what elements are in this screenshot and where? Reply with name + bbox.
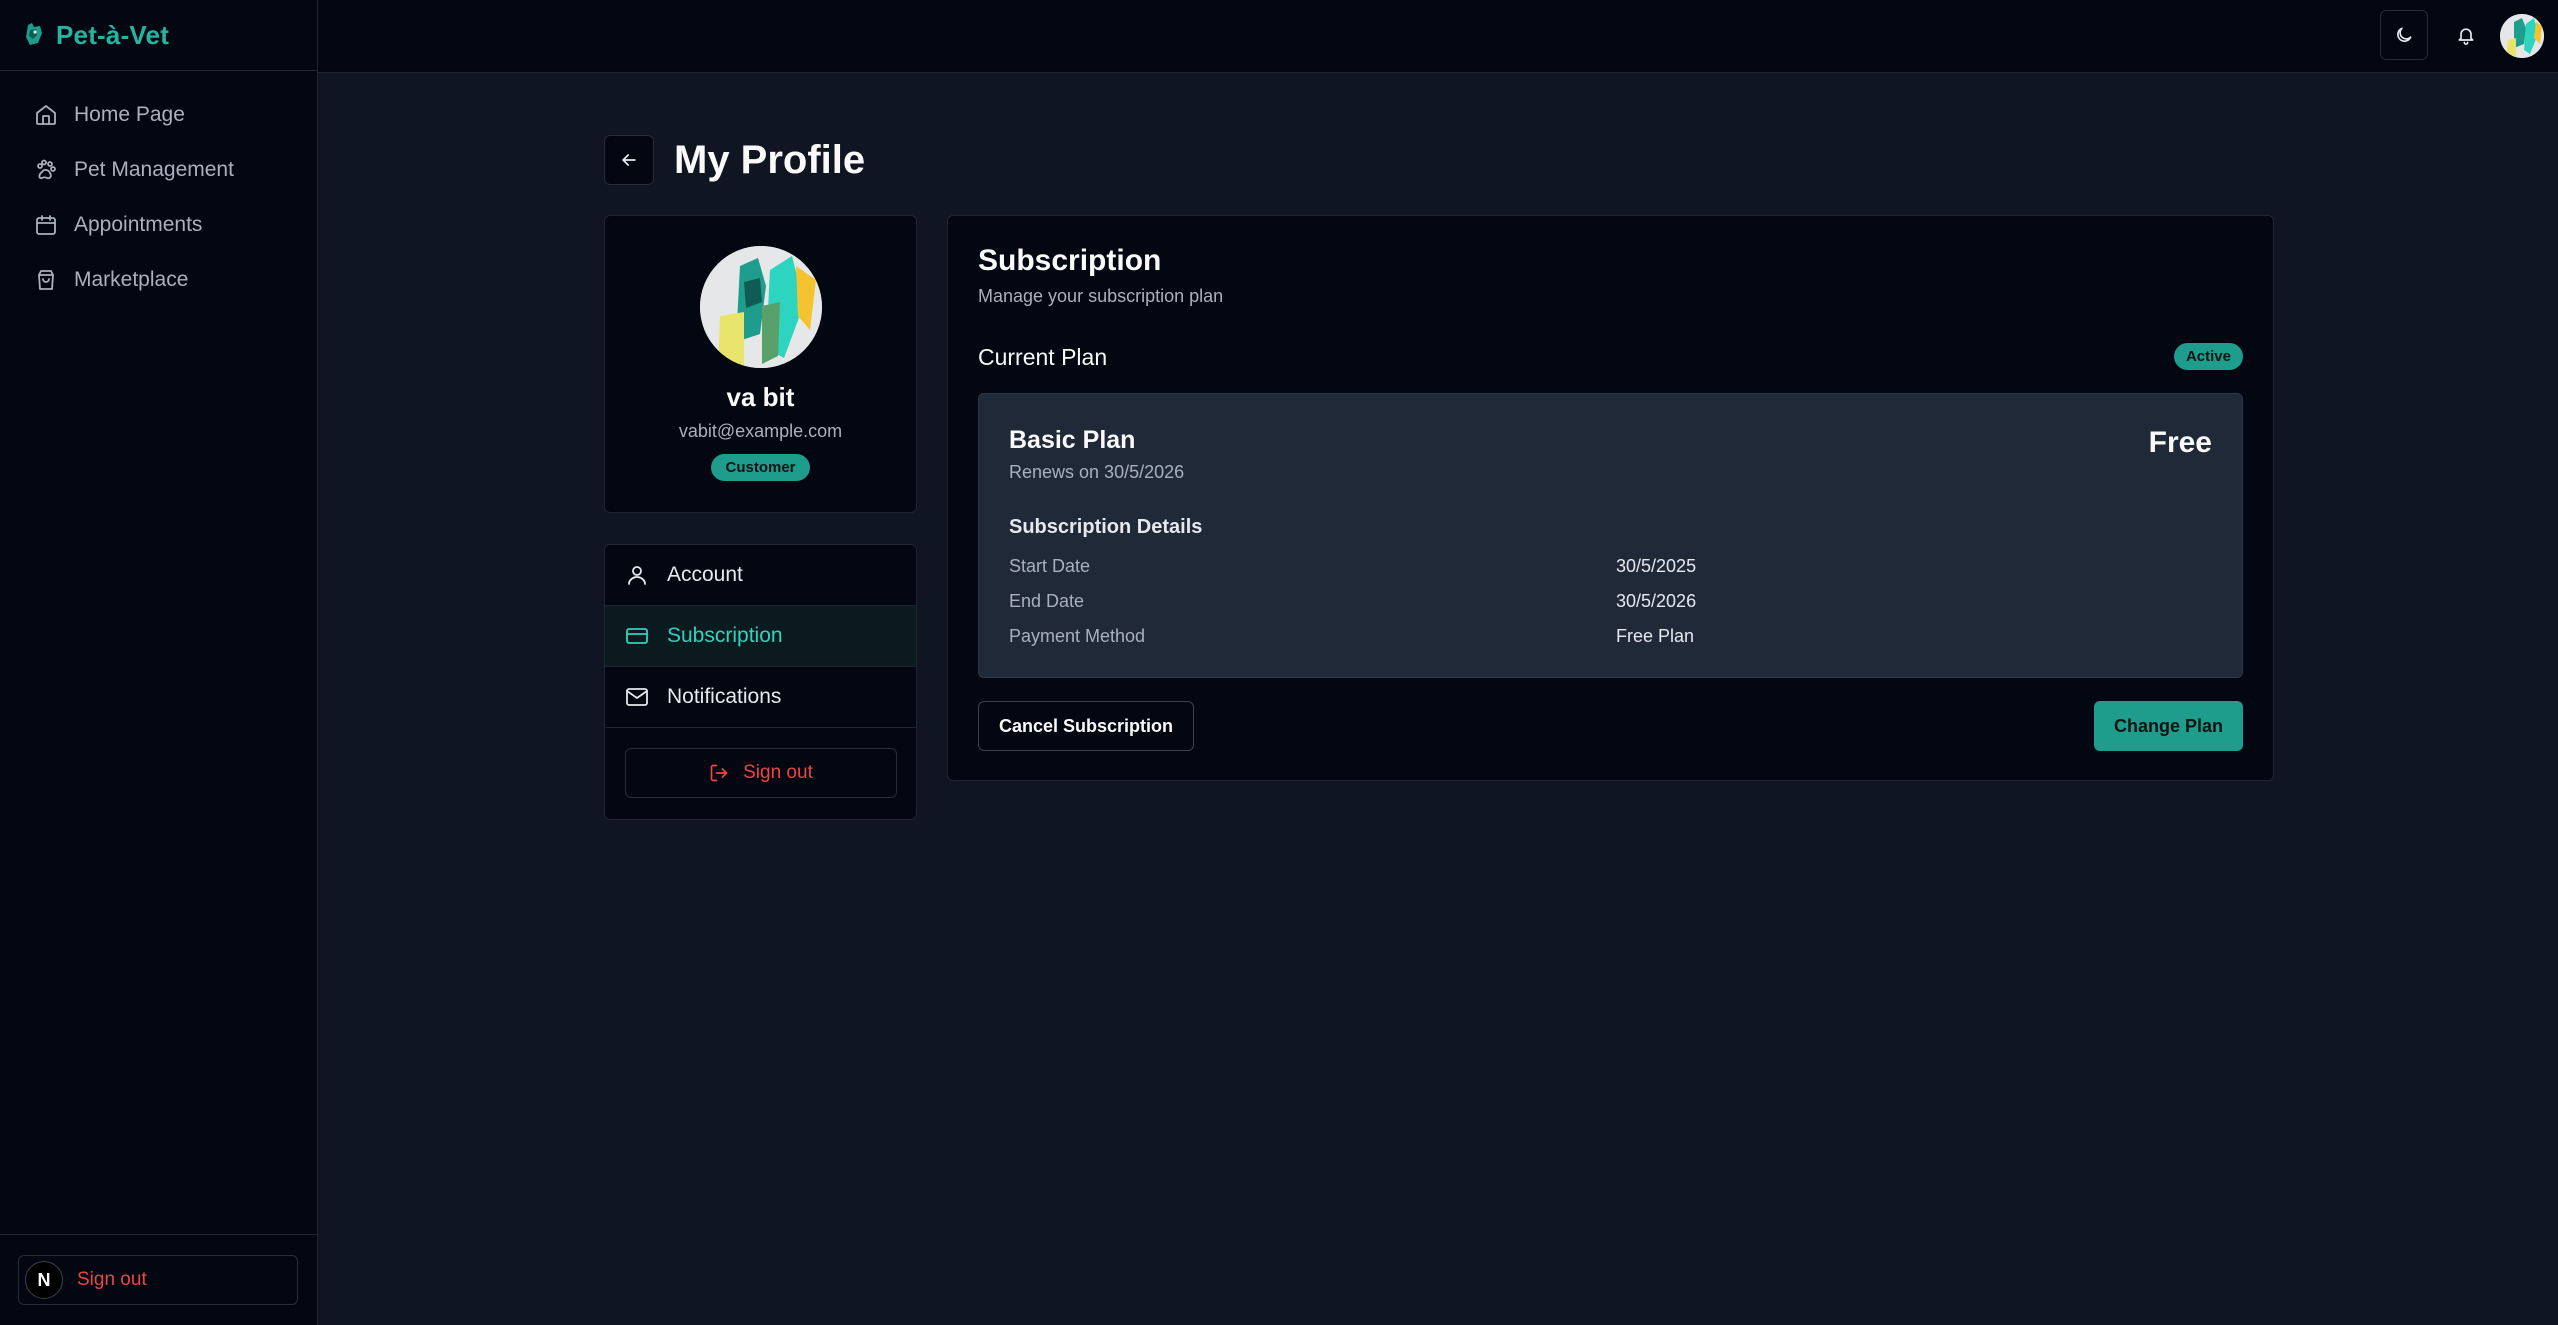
user-icon (628, 566, 646, 585)
plan-name: Basic Plan (1009, 426, 1136, 454)
mail-icon (626, 688, 648, 706)
subscription-title: Subscription (978, 244, 1162, 277)
brand[interactable]: Pet-à-Vet (0, 0, 317, 71)
sidebar-item-label: Pet Management (74, 157, 234, 181)
theme-toggle-button[interactable] (2380, 10, 2428, 60)
plan-price: Free (2148, 426, 2212, 459)
tab-notifications[interactable]: Notifications (605, 667, 916, 728)
sidebar-item-appointments[interactable]: Appointments (0, 197, 317, 252)
detail-label: Payment Method (1009, 626, 1146, 646)
sidebar-nav: Home Page Pet Management Appointments Ma… (0, 71, 317, 307)
role-badge: Customer (711, 454, 810, 481)
sidebar-signout-button[interactable]: N Sign out (18, 1255, 298, 1305)
sidebar-item-home[interactable]: Home Page (0, 87, 317, 142)
avatar: N (25, 1261, 63, 1299)
tab-label: Account (667, 563, 743, 586)
detail-value: Free Plan (1616, 626, 1695, 646)
detail-value: 30/5/2025 (1616, 556, 1697, 576)
change-plan-button[interactable]: Change Plan (2093, 701, 2243, 751)
signout-button[interactable]: Sign out (625, 748, 897, 798)
tab-subscription[interactable]: Subscription (605, 606, 916, 667)
moon-icon (2397, 27, 2412, 42)
tab-account[interactable]: Account (605, 545, 916, 606)
tab-label: Notifications (667, 685, 782, 708)
subscription-card: Subscription Manage your subscription pl… (947, 215, 2274, 781)
home-icon (36, 104, 56, 125)
detail-label: End Date (1009, 591, 1085, 611)
cancel-subscription-button[interactable]: Cancel Subscription (978, 701, 1195, 751)
avatar-image-icon (699, 246, 822, 368)
plan-renewal: Renews on 30/5/2026 (1009, 462, 1185, 482)
user-avatar[interactable] (2500, 14, 2544, 58)
profile-avatar (699, 246, 822, 368)
notifications-button[interactable] (2442, 10, 2490, 60)
tab-label: Subscription (667, 624, 783, 647)
pet-logo-icon (26, 23, 42, 45)
shopping-bag-icon (38, 269, 54, 290)
arrow-left-icon (622, 154, 636, 166)
bell-icon (2458, 28, 2474, 45)
sidebar-footer: N Sign out (0, 1234, 318, 1325)
page-title: My Profile (674, 138, 866, 182)
current-plan-label: Current Plan (978, 344, 1108, 370)
plan-box: Basic Plan Renews on 30/5/2026 Free Subs… (978, 393, 2243, 678)
paw-icon (37, 159, 56, 179)
sidebar: Pet-à-Vet Home Page Pet Management Appoi… (0, 0, 318, 1325)
detail-label: Start Date (1009, 556, 1091, 576)
sidebar-item-label: Marketplace (74, 267, 189, 291)
sidebar-item-label: Home Page (74, 102, 185, 126)
calendar-icon (36, 214, 56, 235)
avatar-image-icon (2500, 14, 2544, 58)
sidebar-item-label: Appointments (74, 212, 203, 236)
sidebar-item-marketplace[interactable]: Marketplace (0, 252, 317, 307)
status-badge: Active (2173, 343, 2243, 370)
detail-value: 30/5/2026 (1616, 591, 1697, 611)
app-root: Pet-à-Vet Home Page Pet Management Appoi… (0, 0, 2558, 1325)
credit-card-icon (626, 628, 648, 644)
profile-card: va bit vabit@example.com Customer (604, 215, 917, 513)
profile-name: va bit (726, 382, 795, 412)
signout-label: Sign out (743, 762, 813, 783)
back-button[interactable] (604, 135, 654, 185)
logout-icon (710, 764, 728, 782)
details-title: Subscription Details (1009, 516, 1203, 538)
brand-name: Pet-à-Vet (56, 19, 170, 50)
profile-email: vabit@example.com (678, 421, 843, 441)
signout-label: Sign out (77, 1269, 147, 1290)
topbar (318, 0, 2558, 73)
profile-menu: Account Subscription Notifications Sign … (604, 544, 917, 820)
sidebar-item-pet-management[interactable]: Pet Management (0, 142, 317, 197)
subscription-description: Manage your subscription plan (978, 286, 1224, 306)
